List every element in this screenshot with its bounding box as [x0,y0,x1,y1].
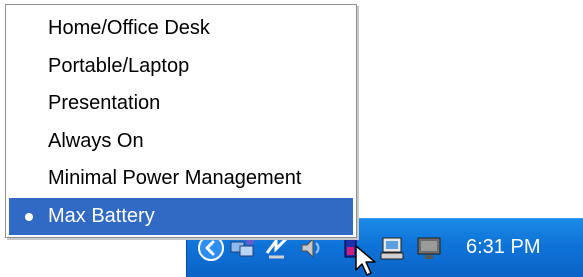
screen: 6:31 PM Home/Office Desk Portable/Laptop… [0,0,583,277]
menu-item-label: Max Battery [48,204,155,227]
menu-item-label: Home/Office Desk [48,17,210,39]
menu-item-home-office-desk[interactable]: Home/Office Desk [6,10,356,48]
computer-icon[interactable] [378,233,408,263]
mouse-pointer-icon [354,244,380,277]
menu-item-label: Always On [48,129,144,152]
menu-item-portable-laptop[interactable]: Portable/Laptop [6,48,356,86]
menu-item-max-battery[interactable]: Max Battery [9,197,353,235]
menu-item-label: Portable/Laptop [48,54,190,77]
menu-item-label: Presentation [48,92,161,114]
menu-item-label: Minimal Power Management [48,167,302,189]
menu-item-minimal-power-management[interactable]: Minimal Power Management [6,160,356,198]
menu-item-presentation[interactable]: Presentation [6,85,356,123]
menu-item-always-on[interactable]: Always On [6,123,356,161]
monitor-icon[interactable] [414,233,444,263]
power-scheme-menu: Home/Office Desk Portable/Laptop Present… [5,4,357,238]
clock[interactable]: 6:31 PM [466,235,540,259]
selected-radio-icon [25,212,33,221]
